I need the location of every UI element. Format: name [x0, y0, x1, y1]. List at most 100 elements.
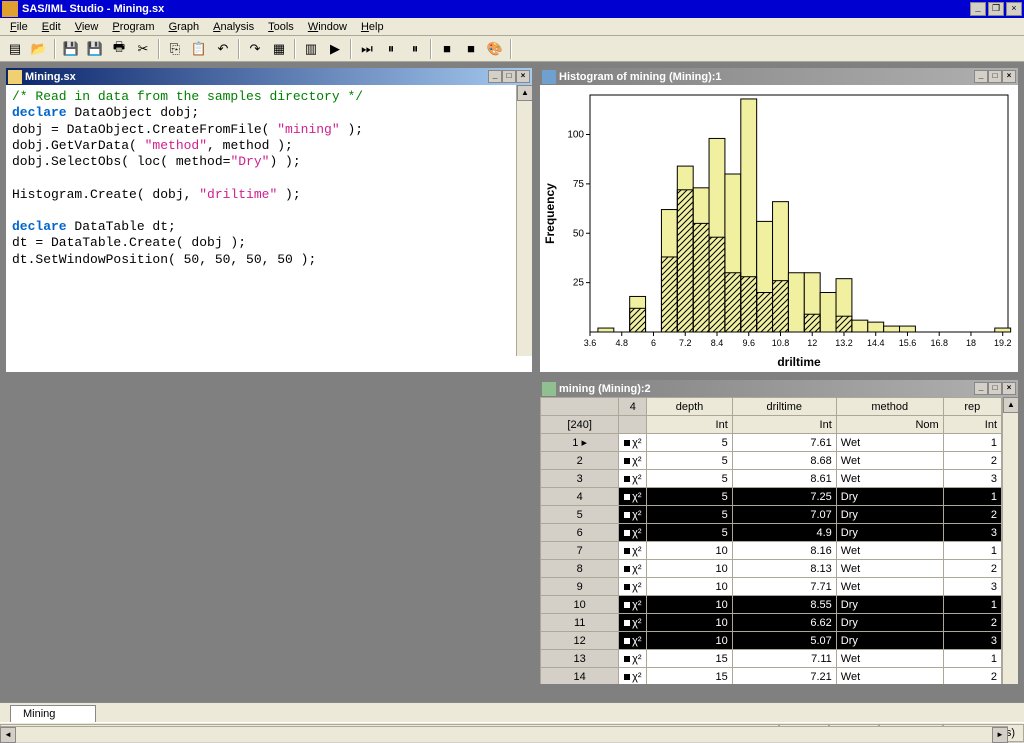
svg-text:18: 18 — [966, 338, 976, 348]
row-number[interactable]: 5 — [541, 506, 619, 524]
menu-graph[interactable]: Graph — [163, 19, 206, 35]
table-row[interactable]: 9χ²107.71Wet3 — [541, 578, 1002, 596]
row-number[interactable]: 14 — [541, 668, 619, 685]
table-row[interactable]: 4χ²57.25Dry1 — [541, 488, 1002, 506]
chart-button[interactable]: ▥ — [300, 38, 322, 60]
table-row[interactable]: 11χ²106.62Dry2 — [541, 614, 1002, 632]
svg-text:3.6: 3.6 — [584, 338, 597, 348]
editor-maximize-button[interactable]: □ — [502, 70, 516, 83]
datatable-maximize-button[interactable]: □ — [988, 382, 1002, 395]
editor-vscrollbar[interactable]: ▲ — [516, 85, 532, 356]
editor-close-button[interactable]: × — [516, 70, 530, 83]
editor-titlebar[interactable]: Mining.sx _ □ × — [6, 68, 532, 85]
datatable-vscrollbar[interactable]: ▲ — [1002, 397, 1018, 684]
paste-button[interactable]: 📋 — [188, 38, 210, 60]
row-number[interactable]: 13 — [541, 650, 619, 668]
coltype: Nom — [836, 416, 943, 434]
row-number[interactable]: 3 — [541, 470, 619, 488]
editor-minimize-button[interactable]: _ — [488, 70, 502, 83]
histogram-close-button[interactable]: × — [1002, 70, 1016, 83]
save-all-button[interactable]: 💾 — [84, 38, 106, 60]
scroll-up-icon[interactable]: ▲ — [1003, 397, 1018, 413]
code-editor[interactable]: /* Read in data from the samples directo… — [6, 85, 532, 372]
table-row[interactable]: 7χ²108.16Wet1 — [541, 542, 1002, 560]
svg-text:100: 100 — [567, 130, 584, 141]
editor-window: Mining.sx _ □ × /* Read in data from the… — [4, 66, 534, 374]
app-title: SAS/IML Studio - Mining.sx — [22, 3, 970, 15]
svg-text:9.6: 9.6 — [742, 338, 755, 348]
palette-button[interactable]: 🎨 — [484, 38, 506, 60]
print-button[interactable]: 🖶 — [108, 38, 130, 60]
pause-all-button[interactable]: ⏸ — [404, 38, 426, 60]
histogram-canvas[interactable]: 2550751003.64.867.28.49.610.81213.214.41… — [540, 85, 1018, 372]
open-button[interactable]: 📂 — [28, 38, 50, 60]
corner-cell[interactable] — [541, 398, 619, 416]
row-number[interactable]: 8 — [541, 560, 619, 578]
tab-mining[interactable]: Mining — [10, 705, 96, 722]
table-row[interactable]: 14χ²157.21Wet2 — [541, 668, 1002, 685]
table-row[interactable]: 12χ²105.07Dry3 — [541, 632, 1002, 650]
row-number[interactable]: 12 — [541, 632, 619, 650]
row-number[interactable]: 1 ▸ — [541, 434, 619, 452]
close-button[interactable]: × — [1006, 2, 1022, 16]
row-number[interactable]: 4 — [541, 488, 619, 506]
pause-button[interactable]: ⏸ — [380, 38, 402, 60]
menu-tools[interactable]: Tools — [262, 19, 300, 35]
stop-all-button[interactable]: ■ — [460, 38, 482, 60]
datatable-grid[interactable]: 4depthdriltimemethodrep[240]IntIntNomInt… — [540, 397, 1018, 684]
row-number[interactable]: 9 — [541, 578, 619, 596]
menu-edit[interactable]: Edit — [36, 19, 67, 35]
save-button[interactable]: 💾 — [60, 38, 82, 60]
row-number[interactable]: 7 — [541, 542, 619, 560]
cut-button[interactable]: ✂ — [132, 38, 154, 60]
data-grid[interactable]: 4depthdriltimemethodrep[240]IntIntNomInt… — [540, 397, 1002, 684]
col-method[interactable]: method — [836, 398, 943, 416]
table-row[interactable]: 8χ²108.13Wet2 — [541, 560, 1002, 578]
coltype: Int — [943, 416, 1001, 434]
restore-button[interactable]: ❐ — [988, 2, 1004, 16]
menu-view[interactable]: View — [69, 19, 105, 35]
svg-text:4.8: 4.8 — [615, 338, 628, 348]
stop-button[interactable]: ■ — [436, 38, 458, 60]
table-row[interactable]: 1 ▸χ²57.61Wet1 — [541, 434, 1002, 452]
histogram-minimize-button[interactable]: _ — [974, 70, 988, 83]
row-number[interactable]: 6 — [541, 524, 619, 542]
table-row[interactable]: 2χ²58.68Wet2 — [541, 452, 1002, 470]
datatable-titlebar[interactable]: mining (Mining):2 _ □ × — [540, 380, 1018, 397]
datatable-minimize-button[interactable]: _ — [974, 382, 988, 395]
table-row[interactable]: 10χ²108.55Dry1 — [541, 596, 1002, 614]
row-number[interactable]: 11 — [541, 614, 619, 632]
table-row[interactable]: 5χ²57.07Dry2 — [541, 506, 1002, 524]
var-count[interactable]: 4 — [619, 398, 647, 416]
menu-analysis[interactable]: Analysis — [207, 19, 260, 35]
svg-text:15.6: 15.6 — [899, 338, 917, 348]
row-number[interactable]: 10 — [541, 596, 619, 614]
new-doc-button[interactable]: ▤ — [4, 38, 26, 60]
data-grid-button[interactable]: ▦ — [268, 38, 290, 60]
menu-program[interactable]: Program — [106, 19, 160, 35]
minimize-button[interactable]: _ — [970, 2, 986, 16]
table-row[interactable]: 6χ²54.9Dry3 — [541, 524, 1002, 542]
svg-text:13.2: 13.2 — [835, 338, 853, 348]
copy-button[interactable]: ⎘ — [164, 38, 186, 60]
scroll-up-icon[interactable]: ▲ — [517, 85, 533, 101]
col-rep[interactable]: rep — [943, 398, 1001, 416]
editor-title: Mining.sx — [25, 71, 488, 83]
svg-text:driltime: driltime — [777, 355, 821, 369]
col-depth[interactable]: depth — [647, 398, 732, 416]
table-row[interactable]: 3χ²58.61Wet3 — [541, 470, 1002, 488]
datatable-close-button[interactable]: × — [1002, 382, 1016, 395]
histogram-titlebar[interactable]: Histogram of mining (Mining):1 _ □ × — [540, 68, 1018, 85]
undo-button[interactable]: ↶ — [212, 38, 234, 60]
table-row[interactable]: 13χ²157.11Wet1 — [541, 650, 1002, 668]
run-button[interactable]: ▶ — [324, 38, 346, 60]
redo-button[interactable]: ↷ — [244, 38, 266, 60]
row-count[interactable]: [240] — [541, 416, 619, 434]
menu-window[interactable]: Window — [302, 19, 353, 35]
menu-file[interactable]: File — [4, 19, 34, 35]
row-number[interactable]: 2 — [541, 452, 619, 470]
step-over-button[interactable]: ⏭ — [356, 38, 378, 60]
histogram-maximize-button[interactable]: □ — [988, 70, 1002, 83]
col-driltime[interactable]: driltime — [732, 398, 836, 416]
menu-help[interactable]: Help — [355, 19, 390, 35]
